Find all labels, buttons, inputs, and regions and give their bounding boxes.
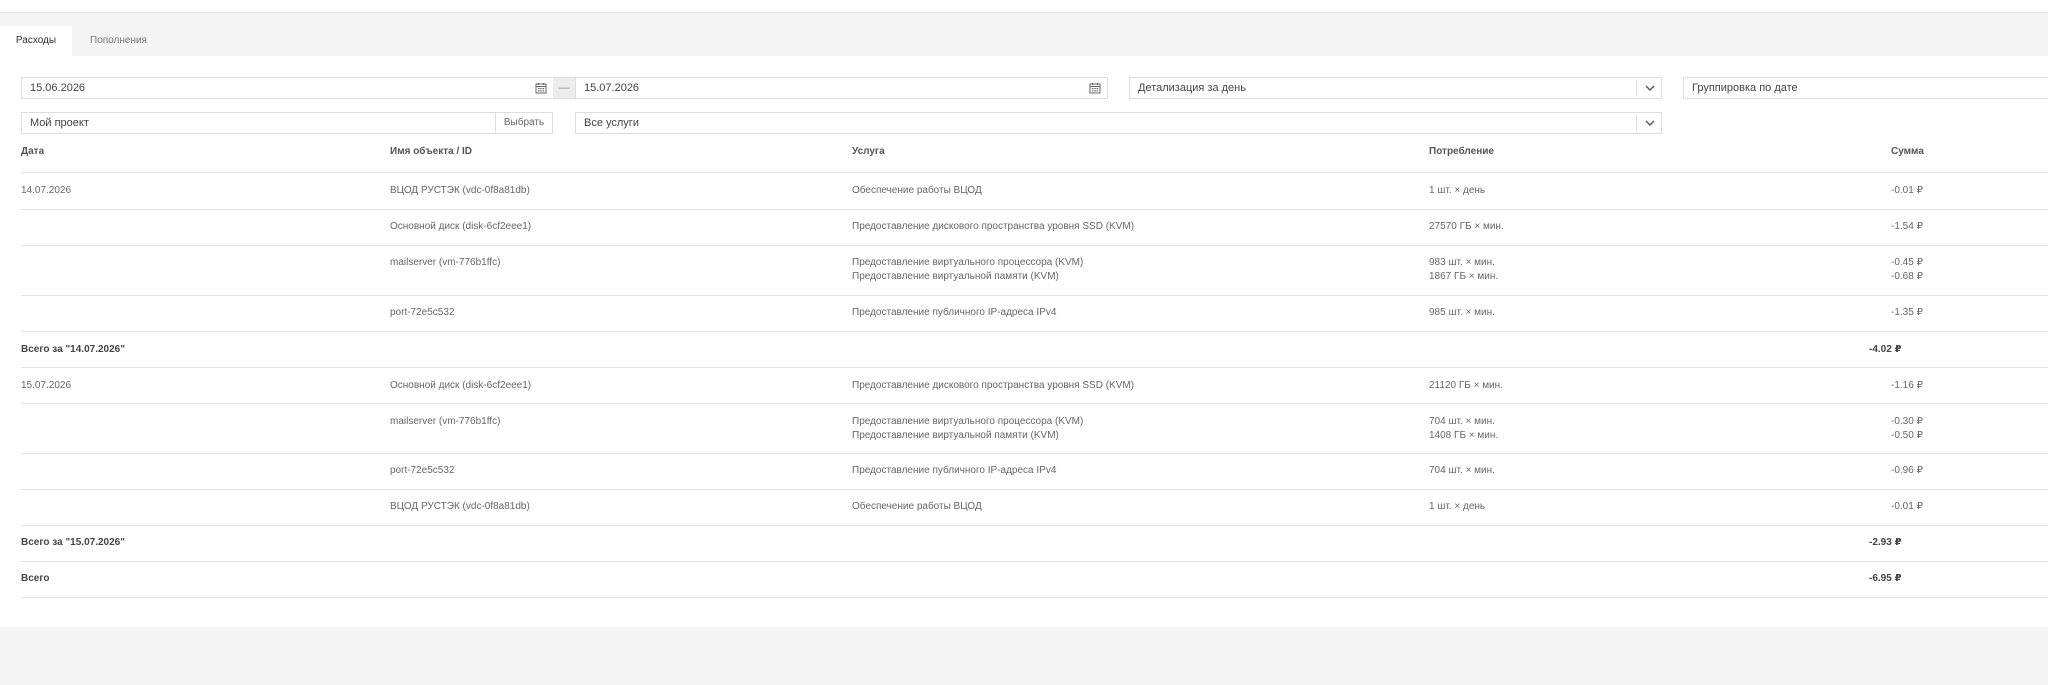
row-object: Основной диск (disk-6cf2eee1) [390,380,532,391]
column-header-sum[interactable]: Сумма [1891,146,1924,157]
date-range-separator: — [553,77,575,99]
choose-project-button[interactable]: Выбрать [495,112,553,134]
row-divider [21,367,2048,368]
row-service: Предоставление публичного IP-адреса IPv4 [852,465,1057,476]
row-divider [21,597,2048,598]
row-service: Предоставление виртуального процессора (… [852,257,1084,268]
row-date: 14.07.2026 [21,185,72,196]
row-usage: 27570 ГБ × мин. [1429,221,1504,232]
row-service: Предоставление виртуальной памяти (KVM) [852,430,1059,441]
row-service: Предоставление публичного IP-адреса IPv4 [852,307,1057,318]
date-from-field[interactable]: 15.06.2026 [21,77,554,99]
project-value: Мой проект [30,117,89,129]
row-sum: -0.50 ₽ [1891,430,1923,441]
main-panel [0,56,2048,627]
row-usage: 1867 ГБ × мин. [1429,271,1499,282]
row-divider [21,403,2048,404]
day-total-label: Всего за "14.07.2026" [21,344,125,355]
row-usage: 704 шт. × мин. [1429,465,1495,476]
tab-expenses[interactable]: Расходы [0,26,72,56]
column-header-service[interactable]: Услуга [852,146,885,157]
row-object: port-72e5c532 [390,307,455,318]
row-usage: 1408 ГБ × мин. [1429,430,1499,441]
row-sum: -0.68 ₽ [1891,271,1923,282]
row-usage: 1 шт. × день [1429,501,1486,512]
row-service: Предоставление виртуальной памяти (KVM) [852,271,1059,282]
date-to-value: 15.07.2026 [584,82,640,94]
select-divider [1636,115,1637,131]
row-object: port-72e5c532 [390,465,455,476]
select-divider [1636,80,1637,96]
services-select-value: Все услуги [584,117,639,129]
row-object: ВЦОД РУСТЭК (vdc-0f8a81db) [390,185,530,196]
detail-select-value: Детализация за день [1138,82,1246,94]
column-header-usage[interactable]: Потребление [1429,146,1494,157]
row-divider [21,489,2048,490]
row-sum: -1.16 ₽ [1891,380,1923,391]
column-header-object[interactable]: Имя объекта / ID [390,146,472,157]
row-usage: 985 шт. × мин. [1429,307,1495,318]
grand-total-sum: -6.95 ₽ [1869,573,1902,584]
row-object: Основной диск (disk-6cf2eee1) [390,221,532,232]
header-divider [21,172,2048,173]
calendar-icon[interactable] [535,82,547,94]
row-usage: 704 шт. × мин. [1429,416,1495,427]
row-sum: -0.45 ₽ [1891,257,1923,268]
row-service: Обеспечение работы ВЦОД [852,501,982,512]
row-service: Обеспечение работы ВЦОД [852,185,982,196]
grouping-select-value: Группировка по дате [1692,82,1798,94]
row-sum: -1.35 ₽ [1891,307,1923,318]
tab-topups[interactable]: Пополнения [90,26,147,56]
grouping-select[interactable]: Группировка по дате [1683,77,2048,99]
calendar-icon[interactable] [1089,82,1101,94]
date-to-field[interactable]: 15.07.2026 [575,77,1108,99]
row-date: 15.07.2026 [21,380,72,391]
row-divider [21,331,2048,332]
row-divider [21,453,2048,454]
chevron-down-icon[interactable] [1644,82,1656,94]
date-from-value: 15.06.2026 [30,82,86,94]
row-sum: -0.96 ₽ [1891,465,1923,476]
row-service: Предоставление дискового пространства ур… [852,221,1135,232]
column-header-date[interactable]: Дата [21,146,44,157]
day-total-sum: -2.93 ₽ [1869,537,1902,548]
day-total-sum: -4.02 ₽ [1869,344,1902,355]
row-object: ВЦОД РУСТЭК (vdc-0f8a81db) [390,501,530,512]
row-usage: 21120 ГБ × мин. [1429,380,1503,391]
row-divider [21,295,2048,296]
row-service: Предоставление дискового пространства ур… [852,380,1135,391]
top-bar [0,0,2048,13]
detail-select[interactable]: Детализация за день [1129,77,1662,99]
row-object: mailserver (vm-776b1ffc) [390,416,501,427]
row-sum: -0.01 ₽ [1891,501,1923,512]
row-divider [21,561,2048,562]
row-divider [21,525,2048,526]
row-divider [21,209,2048,210]
services-select[interactable]: Все услуги [575,112,1662,134]
row-sum: -0.30 ₽ [1891,416,1923,427]
row-divider [21,245,2048,246]
row-usage: 983 шт. × мин. [1429,257,1495,268]
day-total-label: Всего за "15.07.2026" [21,537,125,548]
chevron-down-icon[interactable] [1644,117,1656,129]
project-field[interactable]: Мой проект [21,112,496,134]
row-service: Предоставление виртуального процессора (… [852,416,1084,427]
row-usage: 1 шт. × день [1429,185,1486,196]
row-object: mailserver (vm-776b1ffc) [390,257,501,268]
row-sum: -0.01 ₽ [1891,185,1923,196]
grand-total-label: Всего [21,573,50,584]
row-sum: -1.54 ₽ [1891,221,1923,232]
